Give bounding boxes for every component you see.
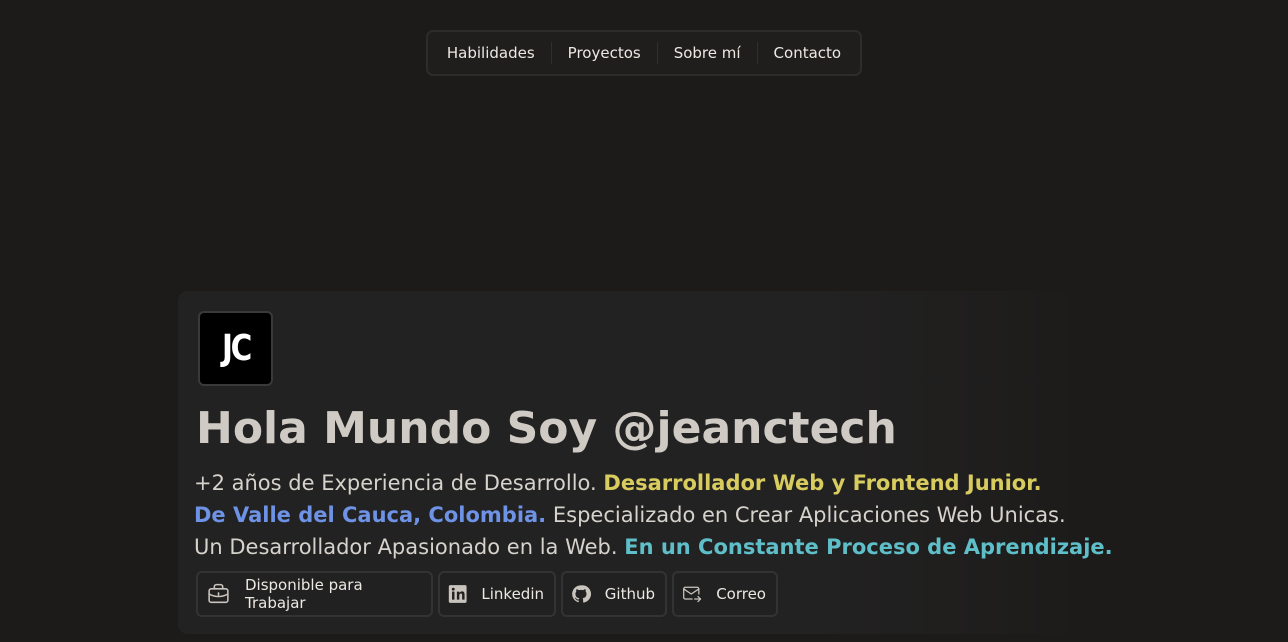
linkedin-label: Linkedin <box>481 585 544 603</box>
github-label: Github <box>604 585 655 603</box>
nav-item-contacto[interactable]: Contacto <box>758 42 858 64</box>
role-highlight: Desarrollador Web y Frontend Junior. <box>603 471 1042 495</box>
nav-item-habilidades[interactable]: Habilidades <box>431 42 551 64</box>
logo: JC <box>198 311 273 386</box>
top-nav: Habilidades Proyectos Sobre mí Contacto <box>426 30 862 76</box>
briefcase-icon <box>208 583 229 604</box>
email-label: Correo <box>716 585 766 603</box>
email-button[interactable]: Correo <box>672 571 778 617</box>
learning-highlight: En un Constante Proceso de Aprendizaje. <box>624 535 1113 559</box>
github-icon <box>572 585 591 603</box>
description-line-2: De Valle del Cauca, Colombia. Especializ… <box>194 499 1113 531</box>
nav-item-proyectos[interactable]: Proyectos <box>552 42 657 64</box>
hero-description: +2 años de Experiencia de Desarrollo. De… <box>194 467 1113 563</box>
nav-item-sobre-mi[interactable]: Sobre mí <box>658 42 757 64</box>
available-for-work-label: Disponible para Trabajar <box>245 576 363 612</box>
linkedin-icon <box>448 585 467 603</box>
available-for-work-button[interactable]: Disponible para Trabajar <box>196 571 433 617</box>
description-line-3: Un Desarrollador Apasionado en la Web. E… <box>194 531 1113 563</box>
mail-send-icon <box>683 586 702 603</box>
experience-text: +2 años de Experiencia de Desarrollo. <box>194 471 597 495</box>
passion-text: Un Desarrollador Apasionado en la Web. <box>194 535 618 559</box>
logo-text: JC <box>221 328 252 369</box>
specialty-text: Especializado en Crear Aplicaciones Web … <box>552 503 1066 527</box>
description-line-1: +2 años de Experiencia de Desarrollo. De… <box>194 467 1113 499</box>
hero-card: JC Hola Mundo Soy @jeanctech +2 años de … <box>178 291 1113 634</box>
page-title: Hola Mundo Soy @jeanctech <box>196 403 897 454</box>
linkedin-button[interactable]: Linkedin <box>438 571 556 617</box>
location-highlight: De Valle del Cauca, Colombia. <box>194 503 547 527</box>
contact-buttons: Disponible para Trabajar Linkedin Github <box>196 571 778 617</box>
github-button[interactable]: Github <box>561 571 667 617</box>
